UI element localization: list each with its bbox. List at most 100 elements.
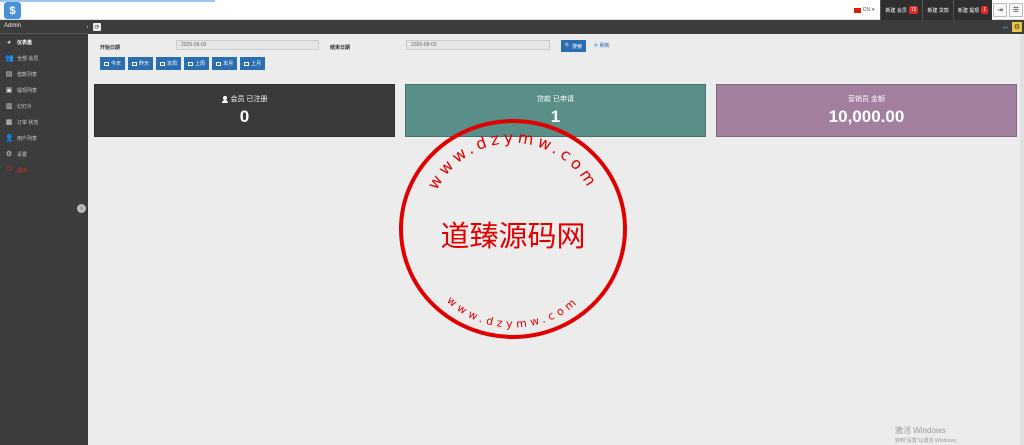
stat-value: 1 [550, 107, 561, 126]
stamp-outer-ring [399, 119, 627, 339]
breadcrumb: ⟳ ↩ ⚙ [88, 20, 1024, 34]
collapse-sidebar-icon[interactable]: ‹ [77, 204, 86, 213]
start-date-input[interactable] [176, 40, 319, 50]
calendar-icon [216, 61, 222, 66]
quick-range-buttons: 今天 昨天 本周 上周 本月 上月 [100, 57, 266, 70]
last-week-button[interactable]: 上周 [184, 57, 210, 70]
user-icon [221, 95, 228, 103]
logout-icon[interactable]: ⇥ [993, 3, 1007, 17]
sidebar-item-loans[interactable]: ▤ 借款列表 [0, 66, 88, 82]
reset-link[interactable]: ⟳ 刷新 [594, 42, 610, 49]
search-button-label: 搜索 [572, 43, 583, 50]
loading-bar [0, 0, 215, 2]
stamp-bottom-text: www.dzymw.com [444, 294, 581, 331]
loans-stat-card: 贷款 已申请 1 [405, 84, 706, 137]
quick-label: 今天 [111, 61, 122, 67]
activation-title: 激活 Windows [895, 426, 946, 435]
chevron-down-icon: ▾ [871, 7, 875, 13]
end-date-label: 结束日期 [330, 45, 351, 51]
notification-label: 新建 提现 [957, 7, 980, 14]
sidebar-item-label: 提现列表 [17, 87, 38, 94]
members-stat-card: 会员 已注册 0 [94, 84, 395, 137]
stamp-top-text: www.dzymw.com [424, 128, 603, 193]
last-month-button[interactable]: 上月 [240, 57, 266, 70]
search-button[interactable]: 🔍 搜索 [561, 40, 586, 52]
end-date-input[interactable] [406, 40, 550, 50]
sidebar-title: Admin [0, 20, 91, 34]
sidebar-item-dashboard[interactable]: ◕ 仪表盘 [0, 34, 88, 50]
activation-subtitle: 转到"设置"以激活 Windows。 [895, 438, 961, 444]
notification-label: 新建 贷款 [927, 7, 949, 14]
stat-caption: 营销员 金额 [848, 96, 885, 103]
header-actions: CN ▾ 新建 会员 15 新建 贷款 新建 提现 1 ⇥ ☰ [848, 0, 1024, 20]
sidebar-item-label: 设置 [17, 151, 28, 158]
calendar-icon [188, 61, 194, 66]
sidebar-item-users[interactable]: 👤 用户列表 [0, 130, 88, 146]
money-icon: ▣ [5, 87, 13, 94]
list-icon: ▤ [5, 71, 13, 78]
sidebar-item-settings[interactable]: ⚙ 设置 [0, 146, 88, 162]
stat-caption-text: 会员 已注册 [230, 96, 268, 103]
this-month-button[interactable]: 本月 [212, 57, 238, 70]
scrollbar[interactable] [1020, 34, 1024, 445]
quick-label: 上月 [251, 61, 262, 67]
users-icon: 👥 [5, 55, 14, 62]
stat-caption: 贷款 已申请 [537, 96, 574, 103]
calendar-icon [244, 61, 250, 66]
calendar-icon [132, 61, 138, 66]
logo-icon[interactable]: $ [4, 2, 21, 19]
sidebar-item-slides[interactable]: ▥ 幻灯片 [0, 98, 88, 114]
stat-value: 10,000.00 [828, 107, 905, 126]
stat-caption: 会员 已注册 [95, 94, 394, 104]
quick-label: 昨天 [139, 61, 150, 67]
reset-link-label: 刷新 [599, 43, 610, 49]
watermark-stamp: www.dzymw.com 道臻源码网 www.dzymw.com [399, 119, 627, 339]
stamp-center-text: 道臻源码网 [440, 219, 585, 253]
sidebar-item-label: 全部 会员 [17, 55, 39, 62]
stat-value: 0 [239, 107, 250, 126]
amount-stat-card: 营销员 金额 10,000.00 [716, 84, 1017, 137]
language-selector[interactable]: CN ▾ [848, 0, 881, 20]
back-icon[interactable]: ↩ [1001, 23, 1010, 32]
calendar-icon [160, 61, 166, 66]
notification-count: 15 [908, 6, 919, 14]
refresh-icon[interactable]: ⟳ [93, 23, 101, 31]
new-members-notification[interactable]: 新建 会员 15 [880, 0, 923, 20]
user-icon: 👤 [5, 135, 14, 142]
sidebar-item-logout[interactable]: ⏻ 退出 [0, 162, 88, 178]
new-withdrawals-notification[interactable]: 新建 提现 1 [952, 0, 992, 20]
sidebar-item-label: 订单 状态 [17, 119, 39, 126]
quick-label: 本月 [223, 61, 234, 67]
start-date-label: 开始日期 [100, 45, 121, 51]
quick-label: 上周 [195, 61, 206, 67]
sidebar-item-label: 仪表盘 [17, 39, 33, 46]
gear-icon: ⚙ [5, 151, 13, 158]
dashboard-icon: ◕ [6, 38, 12, 46]
calendar-icon [104, 61, 109, 66]
sidebar-item-members[interactable]: 👥 全部 会员 [0, 50, 88, 66]
quick-label: 本周 [167, 61, 178, 67]
flag-icon [853, 7, 861, 13]
notification-label: 新建 会员 [885, 7, 907, 14]
sidebar-item-order-status[interactable]: ▦ 订单 状态 [0, 114, 88, 130]
notification-count: 1 [981, 6, 988, 14]
sidebar-item-label: 幻灯片 [17, 103, 33, 110]
settings-icon[interactable]: ⚙ [1012, 22, 1022, 32]
power-icon: ⏻ [6, 166, 12, 173]
sidebar-item-label: 退出 [17, 167, 28, 174]
windows-activation-notice: 激活 Windows 转到"设置"以激活 Windows。 [895, 425, 960, 444]
sidebar: Admin ◕ 仪表盘 👥 全部 会员 ▤ 借款列表 ▣ 提现列表 ▥ 幻灯片 … [0, 20, 91, 445]
sidebar-item-label: 借款列表 [17, 71, 38, 78]
top-header: $ CN ▾ 新建 会员 15 新建 贷款 新建 提现 1 ⇥ ☰ [0, 0, 1024, 20]
sidebar-item-label: 用户列表 [17, 135, 38, 142]
sidebar-item-withdrawals[interactable]: ▣ 提现列表 [0, 82, 88, 98]
language-label: CN [862, 7, 870, 13]
slides-icon: ▥ [5, 103, 13, 110]
calendar-icon: ▦ [5, 119, 13, 126]
yesterday-button[interactable]: 昨天 [128, 57, 154, 70]
search-icon: 🔍 [564, 43, 572, 49]
menu-icon[interactable]: ☰ [1009, 3, 1023, 17]
this-week-button[interactable]: 本周 [156, 57, 182, 70]
today-button[interactable]: 今天 [100, 57, 126, 70]
new-loans-notification[interactable]: 新建 贷款 [922, 0, 953, 20]
